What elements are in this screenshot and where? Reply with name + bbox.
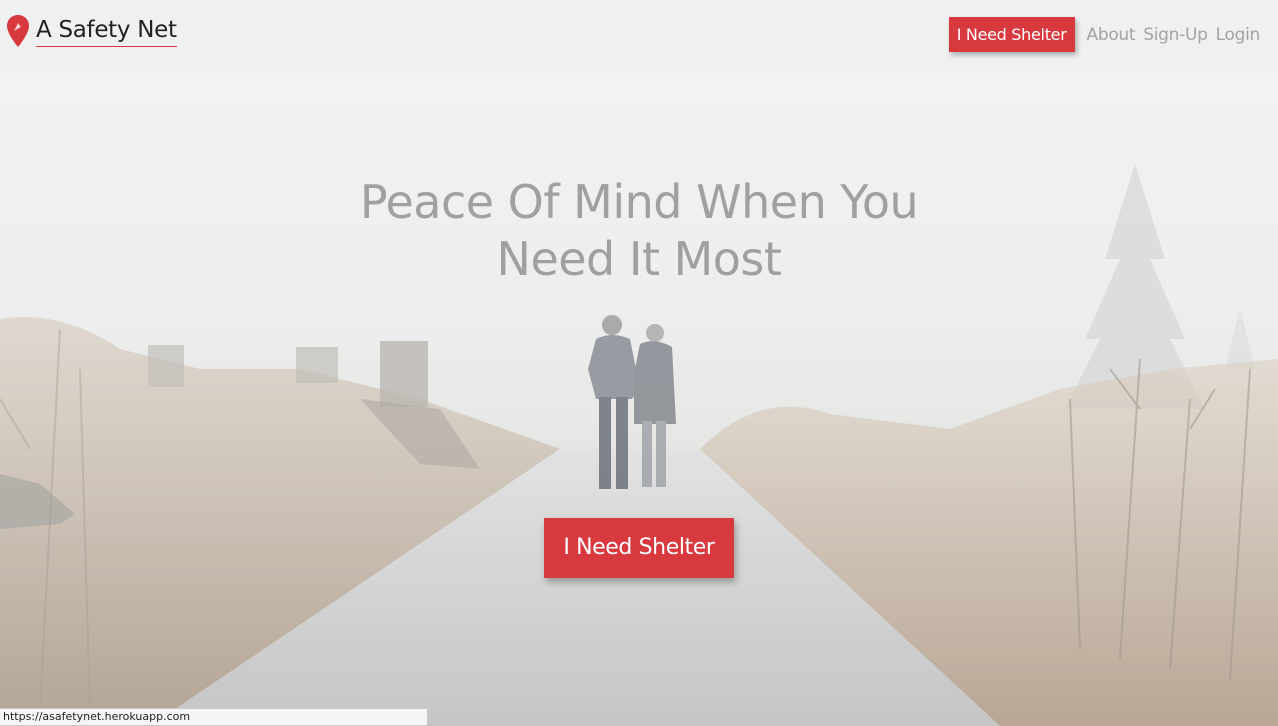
hero-headline-line-1: Peace Of Mind When You [359,175,919,229]
nav-link-login[interactable]: Login [1216,25,1261,45]
nav-link-signup[interactable]: Sign-Up [1143,25,1208,45]
map-pin-icon [7,15,29,47]
hero-section: Peace Of Mind When You Need It Most I Ne… [0,69,1278,726]
nav-link-about[interactable]: About [1087,25,1136,45]
hero-headline: Peace Of Mind When You Need It Most [0,174,1278,288]
brand-link[interactable]: A Safety Net [6,14,177,48]
hero-shelter-button[interactable]: I Need Shelter [544,518,734,578]
link-preview-status-bar: https://asafetynet.herokuapp.com [0,708,428,726]
hero-headline-line-2: Need It Most [496,232,782,286]
nav-shelter-button[interactable]: I Need Shelter [948,17,1075,52]
brand-name: A Safety Net [36,16,177,47]
hero-background-image [0,69,1278,726]
nav-links: I Need Shelter About Sign-Up Login [948,17,1264,52]
top-navbar: A Safety Net I Need Shelter About Sign-U… [0,0,1278,69]
